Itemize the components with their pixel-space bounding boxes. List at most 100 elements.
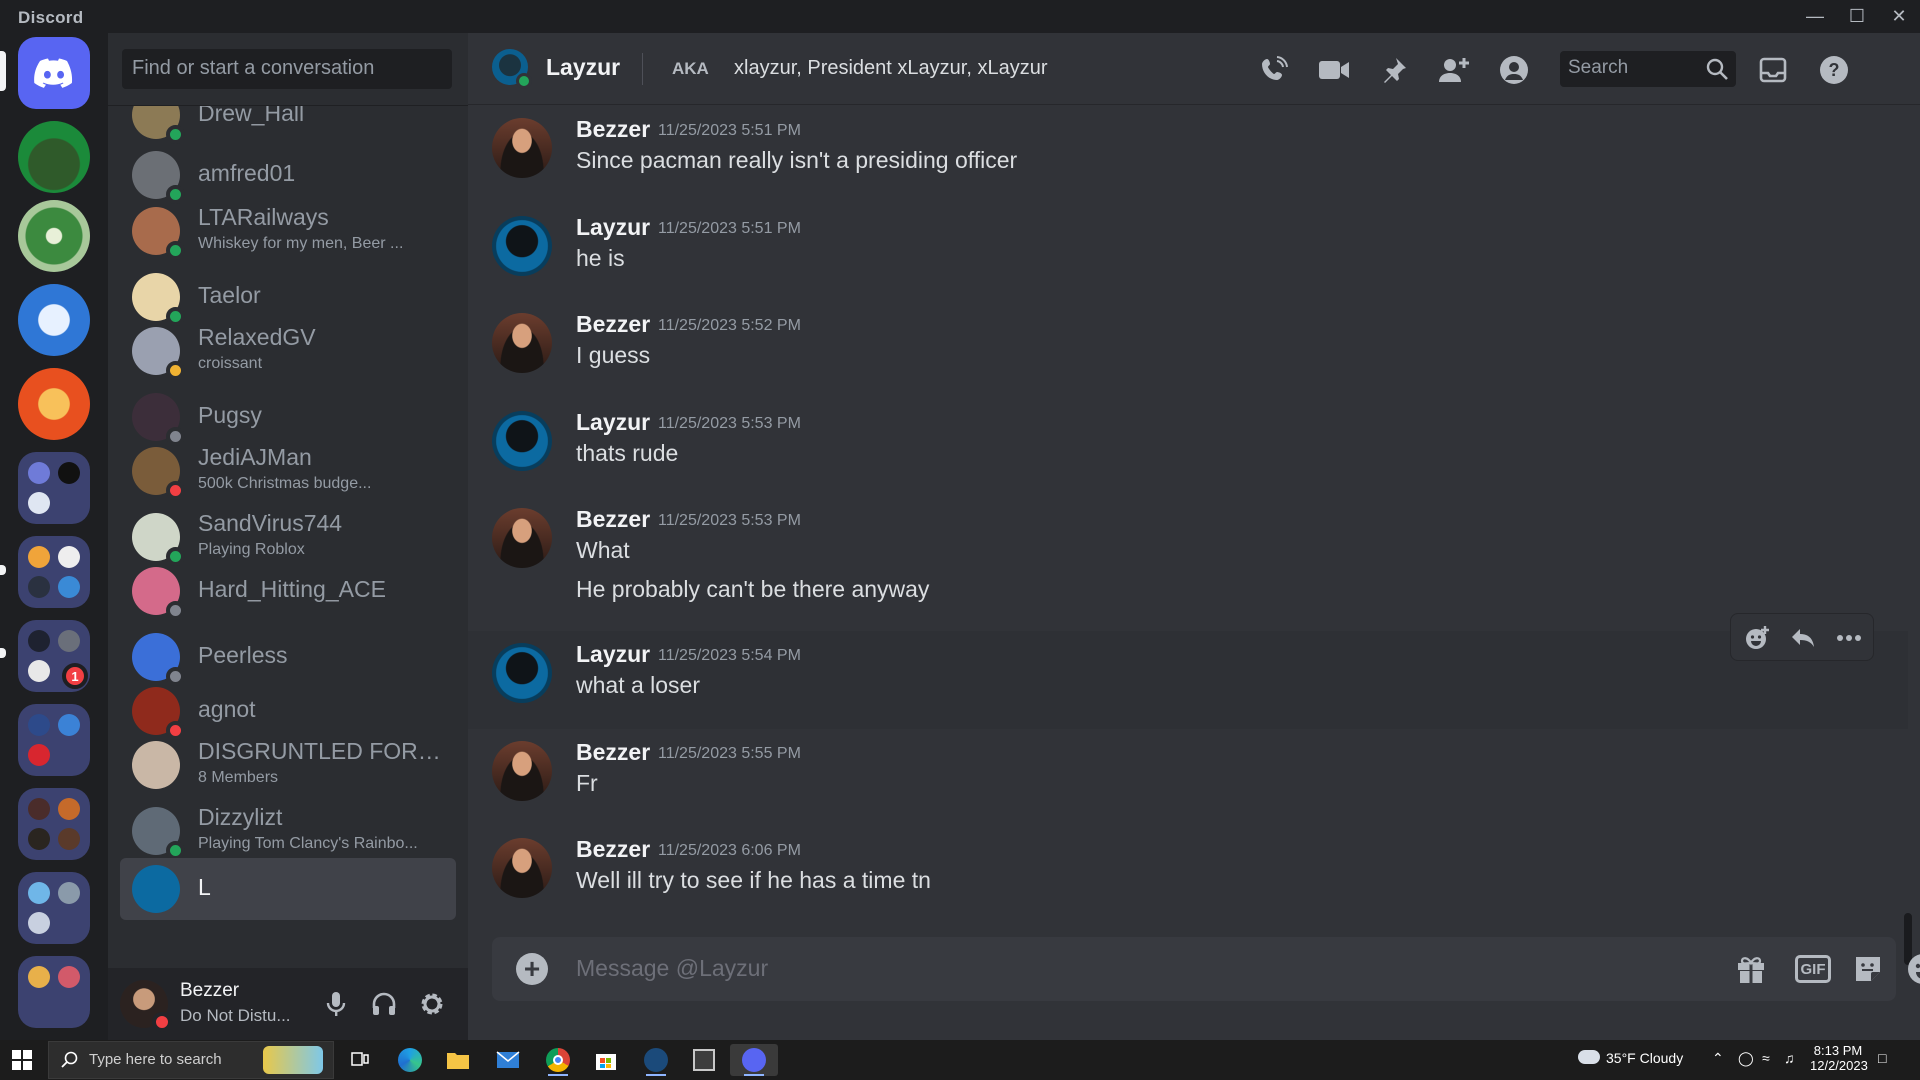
avatar[interactable]	[492, 643, 552, 703]
user-profile-icon[interactable]	[1497, 53, 1531, 87]
inbox-icon[interactable]	[1756, 53, 1790, 87]
dm-item[interactable]: RelaxedGV croissant	[120, 320, 456, 382]
server-folder[interactable]	[18, 704, 90, 776]
maximize-icon[interactable]: ☐	[1836, 0, 1878, 33]
task-view-icon[interactable]	[340, 1044, 380, 1076]
dm-item[interactable]: amfred01	[120, 144, 456, 206]
avatar[interactable]	[492, 741, 552, 801]
store-icon[interactable]	[586, 1044, 626, 1076]
gift-icon[interactable]	[1734, 952, 1768, 986]
server-icon[interactable]	[18, 121, 90, 193]
message[interactable]: Bezzer 11/25/2023 5:53 PM What He probably …	[468, 496, 1908, 631]
dm-item[interactable]: Dizzylizt Playing Tom Clancy's Rainbo...	[120, 800, 456, 862]
pin-icon[interactable]	[1377, 53, 1411, 87]
username[interactable]: Bezzer	[180, 980, 239, 1002]
avatar[interactable]	[492, 838, 552, 898]
steam-icon[interactable]	[636, 1044, 676, 1076]
dm-item[interactable]: Hard_Hitting_ACE	[120, 560, 456, 622]
gif-button[interactable]: GIF	[1793, 952, 1833, 986]
message-author[interactable]: Bezzer	[576, 836, 650, 863]
server-icon[interactable]	[18, 200, 90, 272]
message-author[interactable]: Bezzer	[576, 506, 650, 533]
network-icon[interactable]: ◯	[1738, 1050, 1754, 1067]
message[interactable]: Layzur 11/25/2023 5:54 PM what a loser	[468, 631, 1908, 729]
server-folder[interactable]	[18, 788, 90, 860]
message[interactable]: Bezzer 11/25/2023 5:55 PM Fr	[468, 729, 1908, 826]
dm-item[interactable]: LTARailways Whiskey for my men, Beer ...	[120, 200, 456, 262]
emoji-icon[interactable]	[1906, 952, 1920, 986]
avatar[interactable]	[492, 411, 552, 471]
message-author[interactable]: Bezzer	[576, 311, 650, 338]
clock[interactable]: 8:13 PM 12/2/2023	[1810, 1043, 1868, 1073]
dm-item[interactable]: Taelor	[120, 266, 456, 328]
dm-item[interactable]: Drew_Hall	[120, 106, 456, 146]
file-explorer-icon[interactable]	[438, 1044, 478, 1076]
dm-name: RelaxedGV	[198, 324, 316, 350]
server-folder[interactable]	[18, 872, 90, 944]
message[interactable]: Bezzer 11/25/2023 5:51 PM Since pacman rea…	[468, 106, 1908, 204]
search-input[interactable]: Search	[1560, 51, 1736, 87]
more-options-icon[interactable]	[1835, 624, 1863, 652]
message-input[interactable]: Message @Layzur	[576, 955, 768, 982]
video-call-icon[interactable]	[1317, 53, 1351, 87]
message-author[interactable]: Bezzer	[576, 739, 650, 766]
help-icon[interactable]: ?	[1817, 53, 1851, 87]
close-icon[interactable]: ✕	[1878, 0, 1920, 33]
message[interactable]: Bezzer 11/25/2023 6:06 PM Well ill try to …	[468, 826, 1908, 924]
server-folder[interactable]	[18, 956, 90, 1028]
message-author[interactable]: Layzur	[576, 641, 650, 668]
dm-item[interactable]: Peerless	[120, 626, 456, 688]
chevron-up-icon[interactable]: ⌃	[1712, 1050, 1724, 1067]
avatar[interactable]	[492, 216, 552, 276]
dm-item-selected[interactable]: L	[120, 858, 456, 920]
gear-icon[interactable]	[418, 990, 446, 1018]
dm-item[interactable]: agnot	[120, 680, 456, 742]
message-author[interactable]: Bezzer	[576, 116, 650, 143]
server-icon[interactable]	[18, 284, 90, 356]
windows-start-icon[interactable]	[12, 1050, 32, 1070]
message[interactable]: Layzur 11/25/2023 5:51 PM he is	[468, 204, 1908, 301]
voice-call-icon[interactable]	[1257, 53, 1291, 87]
message-author[interactable]: Layzur	[576, 214, 650, 241]
server-folder[interactable]	[18, 536, 90, 608]
dm-item[interactable]: DISGRUNTLED FORM... 8 Members	[120, 734, 456, 796]
notifications-icon[interactable]: □	[1878, 1050, 1886, 1066]
message-composer[interactable]: + Message @Layzur GIF	[492, 937, 1920, 1001]
edge-icon[interactable]	[390, 1044, 430, 1076]
avatar[interactable]	[492, 313, 552, 373]
dm-item[interactable]: JediAJMan 500k Christmas budge...	[120, 440, 456, 502]
find-conversation-button[interactable]: Find or start a conversation	[122, 49, 452, 89]
discord-taskbar-icon[interactable]	[730, 1044, 778, 1076]
sticker-icon[interactable]	[1851, 952, 1885, 986]
attach-plus-icon[interactable]: +	[516, 953, 548, 985]
dm-item[interactable]: Pugsy	[120, 386, 456, 448]
headphones-icon[interactable]	[370, 990, 398, 1018]
search-placeholder: Search	[1568, 57, 1629, 78]
message-author[interactable]: Layzur	[576, 409, 650, 436]
message[interactable]: Layzur 11/25/2023 5:53 PM thats rude	[468, 399, 1908, 496]
dm-name: Pugsy	[198, 402, 262, 428]
channel-title[interactable]: Layzur	[546, 54, 620, 81]
volume-icon[interactable]: ♫	[1784, 1050, 1795, 1066]
add-reaction-icon[interactable]	[1743, 624, 1771, 652]
minecraft-icon[interactable]	[684, 1044, 724, 1076]
server-icon[interactable]	[18, 368, 90, 440]
microphone-icon[interactable]	[322, 990, 350, 1018]
dm-item[interactable]: SandVirus744 Playing Roblox	[120, 506, 456, 568]
home-button[interactable]	[18, 37, 90, 109]
server-icon	[28, 714, 50, 736]
taskbar-search[interactable]: Type here to search	[48, 1041, 334, 1079]
avatar[interactable]	[492, 118, 552, 178]
message[interactable]: Bezzer 11/25/2023 5:52 PM I guess	[468, 301, 1908, 399]
add-friend-icon[interactable]	[1437, 53, 1471, 87]
avatar[interactable]	[492, 508, 552, 568]
chrome-icon[interactable]	[538, 1044, 578, 1076]
server-folder[interactable]	[18, 452, 90, 524]
mail-icon[interactable]	[488, 1044, 528, 1076]
wifi-icon[interactable]: ≈	[1762, 1050, 1770, 1066]
minimize-icon[interactable]: —	[1794, 0, 1836, 33]
weather-text[interactable]: 35°F Cloudy	[1606, 1050, 1683, 1066]
message-list: Bezzer 11/25/2023 5:51 PM Since pacman rea…	[468, 106, 1908, 953]
weather-icon[interactable]	[1578, 1048, 1600, 1065]
reply-icon[interactable]	[1789, 624, 1817, 652]
